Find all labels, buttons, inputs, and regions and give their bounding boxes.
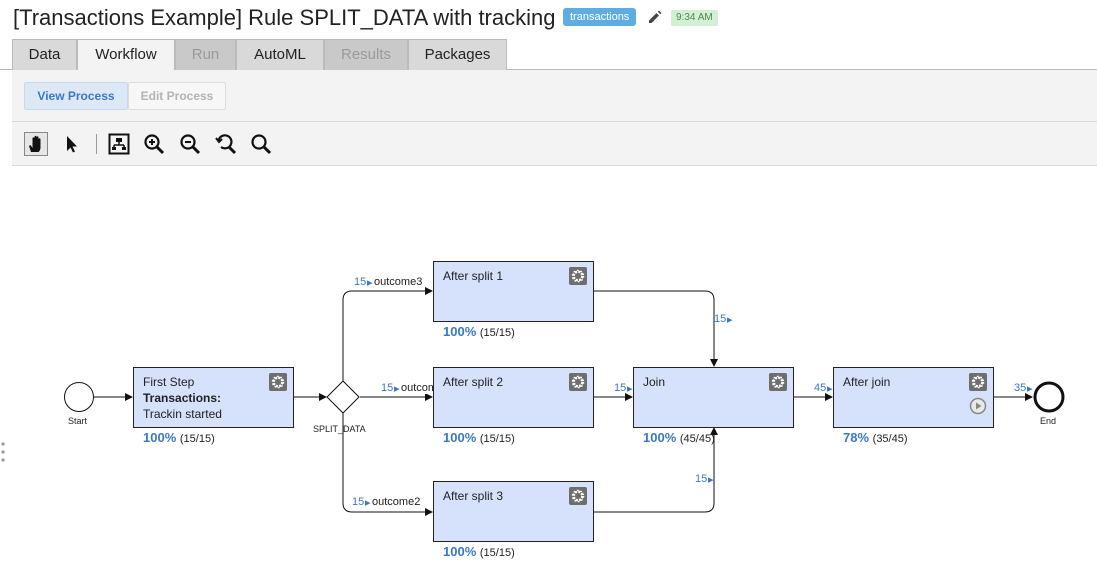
edge-count: 15: [695, 473, 708, 485]
play-small-icon: ▸: [1027, 383, 1033, 395]
process-mode-bar: View Process Edit Process: [12, 70, 1097, 122]
play-icon[interactable]: [969, 397, 987, 415]
progress-count: (15/15): [479, 327, 515, 339]
edit-process-button[interactable]: Edit Process: [128, 82, 226, 110]
node-first-step[interactable]: First Step Transactions: Trackin started: [133, 367, 294, 428]
progress-count: (15/15): [479, 433, 515, 445]
node-after-split-2[interactable]: After split 2: [433, 367, 594, 428]
node-after-split-1[interactable]: After split 1: [433, 261, 594, 322]
page-header: [Transactions Example] Rule SPLIT_DATA w…: [0, 0, 1097, 38]
node-after-join[interactable]: After join: [833, 367, 994, 428]
node-progress: 100% (15/15): [443, 430, 515, 445]
node-progress: 100% (45/45): [643, 430, 715, 445]
zoom-in-icon[interactable]: [142, 132, 166, 156]
tab-workflow[interactable]: Workflow: [77, 39, 175, 71]
tab-packages[interactable]: Packages: [408, 39, 507, 70]
progress-percent: 78%: [843, 430, 870, 445]
play-small-icon: ▸: [708, 474, 714, 486]
node-progress: 100% (15/15): [443, 544, 515, 559]
edge-count: 45: [814, 382, 827, 394]
progress-count: (45/45): [679, 433, 715, 445]
timestamp-badge: 9:34 AM: [671, 10, 718, 26]
edge-count: 35: [1014, 382, 1027, 394]
layout-icon[interactable]: [107, 132, 131, 156]
end-label: End: [1040, 416, 1057, 426]
edge-count: 15: [381, 382, 394, 394]
start-label: Start: [68, 416, 88, 426]
edge-label: outcome2: [371, 496, 422, 508]
toolbar-separator: [96, 134, 97, 154]
tab-results[interactable]: Results: [324, 39, 408, 70]
node-after-split-3[interactable]: After split 3: [433, 481, 594, 542]
progress-count: (15/15): [479, 547, 515, 559]
node-subtitle-text: Trackin started: [143, 407, 222, 421]
tab-run[interactable]: Run: [175, 39, 236, 70]
gear-icon[interactable]: [569, 267, 587, 285]
progress-count: (35/45): [872, 433, 908, 445]
hand-icon[interactable]: [24, 132, 48, 156]
tab-data[interactable]: Data: [12, 39, 77, 70]
gear-icon[interactable]: [969, 373, 987, 391]
diagram-toolbar: [12, 122, 1097, 166]
gateway-label: SPLIT_DATA: [313, 424, 366, 434]
zoom-fit-icon[interactable]: [249, 132, 273, 156]
node-title: After join: [843, 375, 891, 389]
node-progress: 100% (15/15): [443, 324, 515, 339]
play-small-icon: ▸: [627, 383, 633, 395]
view-process-button[interactable]: View Process: [24, 82, 128, 110]
node-progress: 100% (15/15): [143, 430, 215, 445]
resize-grip-icon[interactable]: [0, 440, 6, 464]
edit-pencil-icon[interactable]: [647, 9, 663, 25]
play-small-icon: ▸: [365, 497, 371, 509]
edge-count: 15: [352, 496, 365, 508]
node-subtitle-bold: Transactions:: [143, 391, 222, 405]
zoom-reset-icon[interactable]: [214, 132, 238, 156]
progress-count: (15/15): [179, 433, 215, 445]
play-small-icon: ▸: [727, 314, 733, 326]
play-small-icon: ▸: [394, 383, 400, 395]
edge-count: 15: [714, 313, 727, 325]
edge-count: 15: [354, 276, 367, 288]
main-tabs: Data Workflow Run AutoML Results Package…: [0, 38, 1097, 71]
node-title: Join: [643, 375, 666, 389]
tag-badge[interactable]: transactions: [563, 8, 637, 26]
tab-automl[interactable]: AutoML: [236, 39, 324, 70]
pointer-icon[interactable]: [60, 132, 84, 156]
gear-icon[interactable]: [569, 487, 587, 505]
page-title: [Transactions Example] Rule SPLIT_DATA w…: [13, 5, 556, 30]
node-title: After split 1: [443, 269, 504, 283]
gear-icon[interactable]: [269, 373, 287, 391]
edge-count: 15: [614, 382, 627, 394]
play-small-icon: ▸: [827, 383, 833, 395]
node-title: First Step Transactions: Trackin started: [143, 374, 253, 422]
play-small-icon: ▸: [367, 277, 373, 289]
edge-label: outcome3: [373, 276, 424, 288]
zoom-out-icon[interactable]: [178, 132, 202, 156]
node-progress: 78% (35/45): [843, 430, 908, 445]
progress-percent: 100%: [443, 430, 477, 445]
progress-percent: 100%: [143, 430, 177, 445]
gear-icon[interactable]: [569, 373, 587, 391]
progress-percent: 100%: [643, 430, 677, 445]
gear-icon[interactable]: [769, 373, 787, 391]
node-title: After split 2: [443, 375, 504, 389]
progress-percent: 100%: [443, 324, 477, 339]
progress-percent: 100%: [443, 544, 477, 559]
node-join[interactable]: Join: [633, 367, 794, 428]
node-title: After split 3: [443, 489, 504, 503]
node-title-text: First Step: [143, 375, 195, 389]
